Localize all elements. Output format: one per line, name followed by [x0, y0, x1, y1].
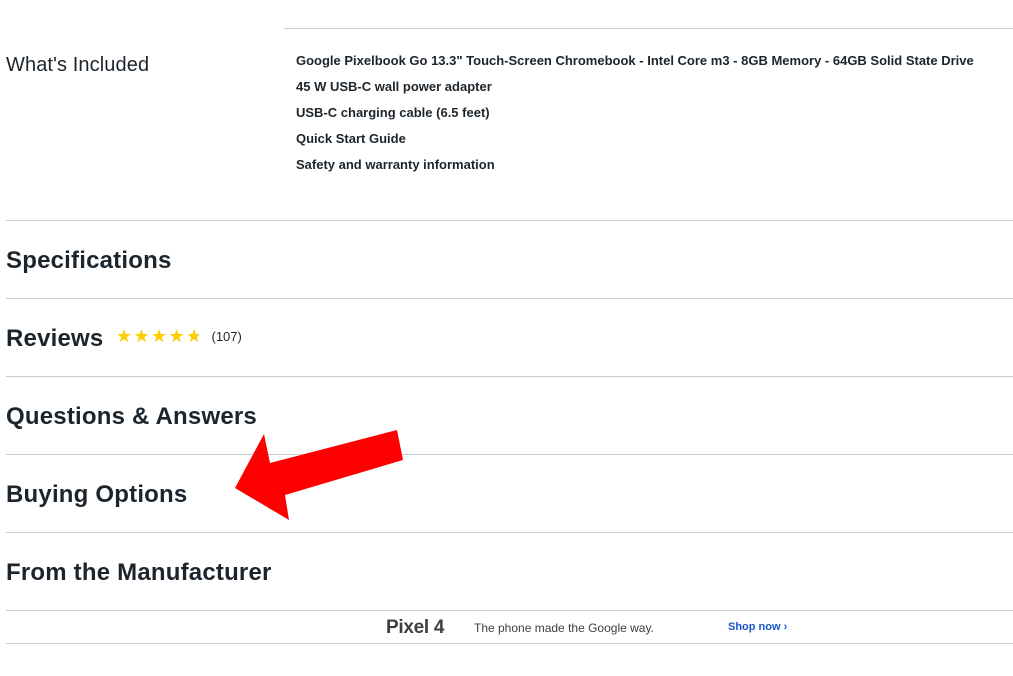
manufacturer-banner[interactable]: Pixel 4 The phone made the Google way. S… [6, 610, 1013, 644]
star-rating: ★ ★ ★ ★ ★ ★ ★ ★ ★ ★ (107) [116, 326, 242, 346]
divider [284, 28, 1013, 29]
banner-tagline: The phone made the Google way. [474, 621, 654, 635]
whats-included-label: What's Included [6, 54, 150, 76]
star-icon: ★ ★ [168, 326, 185, 346]
included-item: Google Pixelbook Go 13.3" Touch-Screen C… [296, 53, 974, 68]
product-details-page: What's Included Google Pixelbook Go 13.3… [0, 0, 1013, 676]
star-icon: ★ ★ [186, 326, 203, 346]
included-item: USB-C charging cable (6.5 feet) [296, 105, 490, 120]
included-item: Safety and warranty information [296, 157, 495, 172]
whats-included-list: Google Pixelbook Go 13.3" Touch-Screen C… [296, 52, 974, 182]
questions-heading[interactable]: Questions & Answers [6, 403, 257, 431]
included-item: 45 W USB-C wall power adapter [296, 79, 492, 94]
manufacturer-section[interactable]: From the Manufacturer [6, 532, 1013, 610]
reviews-heading[interactable]: Reviews [6, 325, 103, 353]
star-icon: ★ ★ [151, 326, 168, 346]
shop-now-link[interactable]: Shop now › [728, 621, 787, 633]
star-icon: ★ ★ [116, 326, 133, 346]
questions-section[interactable]: Questions & Answers [6, 376, 1013, 454]
specifications-heading[interactable]: Specifications [6, 247, 172, 275]
review-count[interactable]: (107) [212, 329, 242, 344]
included-item: Quick Start Guide [296, 131, 406, 146]
manufacturer-heading[interactable]: From the Manufacturer [6, 559, 272, 587]
buying-options-heading[interactable]: Buying Options [6, 481, 187, 509]
pixel-logo: Pixel 4 [386, 617, 445, 638]
specifications-section[interactable]: Specifications [6, 220, 1013, 298]
buying-options-section[interactable]: Buying Options [6, 454, 1013, 532]
star-icon: ★ ★ [133, 326, 150, 346]
reviews-section[interactable]: Reviews ★ ★ ★ ★ ★ ★ ★ ★ ★ ★ (107) [6, 298, 1013, 376]
